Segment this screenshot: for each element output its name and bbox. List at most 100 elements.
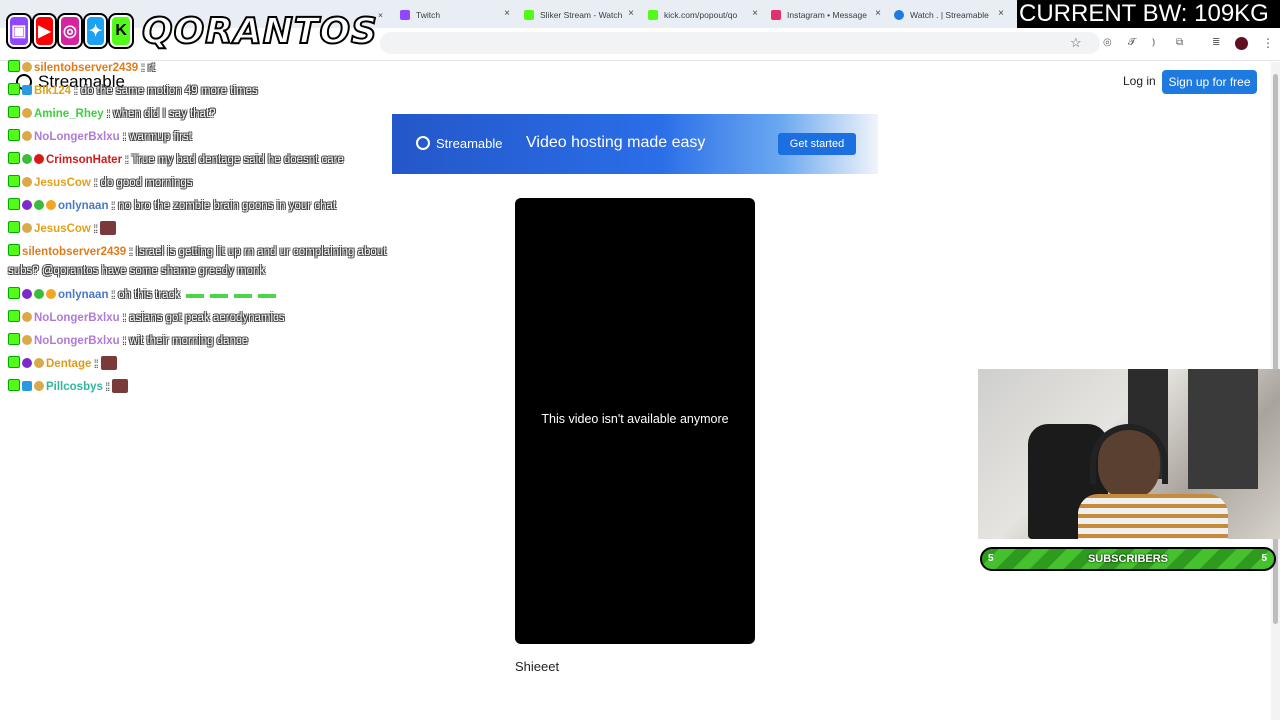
kick-icon: K <box>110 15 132 47</box>
chat-message: silentobserver2439 : Israel is getting l… <box>8 244 386 259</box>
chat-badge-icon <box>22 358 32 368</box>
chat-badge-icon <box>22 154 32 164</box>
chat-username[interactable]: CrimsonHater <box>46 154 122 166</box>
chat-separator: : <box>119 335 130 347</box>
social-overlay: ▣ ▶ ◎ ✦ K QORANTOS <box>8 10 378 53</box>
tab-sliker[interactable]: Sliker Stream - Watch × <box>524 4 636 26</box>
tab-close-icon[interactable]: × <box>875 8 881 19</box>
subs-goal: 5 <box>1261 553 1267 564</box>
chat-text: wit their morning dance <box>129 335 249 347</box>
tab-close-icon[interactable]: × <box>504 8 510 19</box>
get-started-button[interactable]: Get started <box>778 133 856 155</box>
promo-banner[interactable]: Streamable Video hosting made easy Get s… <box>392 114 878 174</box>
bodyweight-counter: CURRENT BW: 109KG <box>1017 0 1280 28</box>
chat-emote <box>100 356 117 370</box>
kick-badge-icon <box>8 333 20 345</box>
kick-badge-icon <box>8 356 20 368</box>
reading-list-icon[interactable]: ≣ <box>1212 37 1220 48</box>
chat-username[interactable]: JesusCow <box>34 177 91 189</box>
background-wall <box>1188 369 1258 489</box>
signup-button[interactable]: Sign up for free <box>1162 70 1257 94</box>
kick-badge-icon <box>8 287 20 299</box>
chat-badge-icon <box>34 381 44 391</box>
chat-text: asians got peak aerodynamics <box>129 312 285 324</box>
chat-badge-icon <box>46 289 56 299</box>
kick-badge-icon <box>8 60 20 72</box>
tab-close-icon[interactable]: × <box>998 8 1004 19</box>
extension-icon[interactable]: ◎ <box>1103 37 1112 48</box>
chat-text: Israel is getting lit up rn and ur compl… <box>135 246 387 258</box>
bookmark-star-icon[interactable]: ☆ <box>1070 35 1082 51</box>
profile-avatar[interactable] <box>1235 37 1248 50</box>
chat-username[interactable]: Amine_Rhey <box>34 108 104 120</box>
chat-message: Amine_Rhey : when did I say that? <box>8 106 216 121</box>
chat-username[interactable]: Blk124 <box>34 85 71 97</box>
chat-message: onlynaan : oh this track <box>8 287 282 302</box>
chat-username[interactable]: NoLongerBxlxu <box>34 131 120 143</box>
chat-username[interactable]: onlynaan <box>58 200 108 212</box>
tab-close-icon[interactable]: × <box>628 8 634 19</box>
chat-username[interactable]: JesusCow <box>34 223 91 235</box>
chat-username[interactable]: silentobserver2439 <box>22 246 126 258</box>
chat-text: do good mornings <box>100 177 193 189</box>
chat-message: JesusCow : do good mornings <box>8 175 193 190</box>
banner-tagline: Video hosting made easy <box>526 134 706 151</box>
close-icon[interactable]: × <box>378 10 383 20</box>
chat-username[interactable]: Dentage <box>46 358 91 370</box>
extensions-puzzle-icon[interactable]: ⧉ <box>1176 37 1183 48</box>
youtube-icon: ▶ <box>33 15 56 47</box>
chat-badge-icon <box>22 85 32 95</box>
webcam-feed <box>978 369 1280 539</box>
chat-emote <box>210 294 229 298</box>
tab-close-icon[interactable]: × <box>378 4 392 26</box>
chat-text: oh this track <box>118 289 181 301</box>
chat-emote <box>112 379 129 393</box>
chat-username[interactable]: silentobserver2439 <box>34 62 138 74</box>
chat-badge-icon <box>22 200 32 210</box>
chat-text: True my bad dentage said he doesnt care <box>131 154 344 166</box>
kick-tab-icon <box>524 10 534 20</box>
chat-text: do the same motion 49 more times <box>80 85 258 97</box>
chat-username[interactable]: Pillcosbys <box>46 381 103 393</box>
tab-kick-popout[interactable]: kick.com/popout/qo × <box>648 4 760 26</box>
chat-separator: : <box>119 131 130 143</box>
chat-separator: : <box>103 108 114 120</box>
kick-badge-icon <box>8 198 20 210</box>
audio-extension-icon[interactable]: ⦆ <box>1152 37 1155 48</box>
tab-streamable-active[interactable]: Watch . | Streamable × <box>894 4 1006 26</box>
chat-username[interactable]: NoLongerBxlxu <box>34 312 120 324</box>
chat-badge-icon <box>34 200 44 210</box>
chat-separator: : <box>71 85 81 97</box>
chat-badge-icon <box>22 312 32 322</box>
chat-username[interactable]: NoLongerBxlxu <box>34 335 120 347</box>
chat-badge-icon <box>34 154 44 164</box>
chat-message: onlynaan : no bro the zombie brain goons… <box>8 198 336 213</box>
translate-extension-icon[interactable]: 𝓣 <box>1128 37 1136 48</box>
video-player[interactable]: This video isn't available anymore <box>515 198 755 644</box>
chat-badge-icon <box>22 131 32 141</box>
chat-separator: : <box>108 289 119 301</box>
chat-message: Pillcosbys : <box>8 379 129 394</box>
scrollbar-thumb[interactable] <box>1273 74 1278 624</box>
chat-badge-icon <box>34 358 44 368</box>
login-link[interactable]: Log in <box>1123 74 1156 88</box>
chat-separator: : <box>91 358 101 370</box>
browser-menu-icon[interactable]: ⋮ <box>1262 36 1274 50</box>
address-bar[interactable] <box>380 32 1100 54</box>
chat-username[interactable]: onlynaan <box>58 289 108 301</box>
chat-emote <box>100 221 117 235</box>
chat-badge-icon <box>22 62 32 72</box>
streamer-shirt <box>1078 494 1228 539</box>
video-title: Shieeet <box>515 659 560 674</box>
tab-label: kick.com/popout/qo <box>664 10 738 20</box>
subs-label: SUBSCRIBERS <box>1087 553 1169 565</box>
tab-instagram[interactable]: Instagram • Message × <box>771 4 883 26</box>
kick-badge-icon <box>8 83 20 95</box>
tab-twitch[interactable]: Twitch × <box>400 4 512 26</box>
chat-message: NoLongerBxlxu : warmup first <box>8 129 192 144</box>
chat-separator: : <box>102 381 113 393</box>
chat-badge-icon <box>22 335 32 345</box>
chat-separator: : <box>108 200 119 212</box>
tab-close-icon[interactable]: × <box>752 8 758 19</box>
kick-badge-icon <box>8 106 20 118</box>
